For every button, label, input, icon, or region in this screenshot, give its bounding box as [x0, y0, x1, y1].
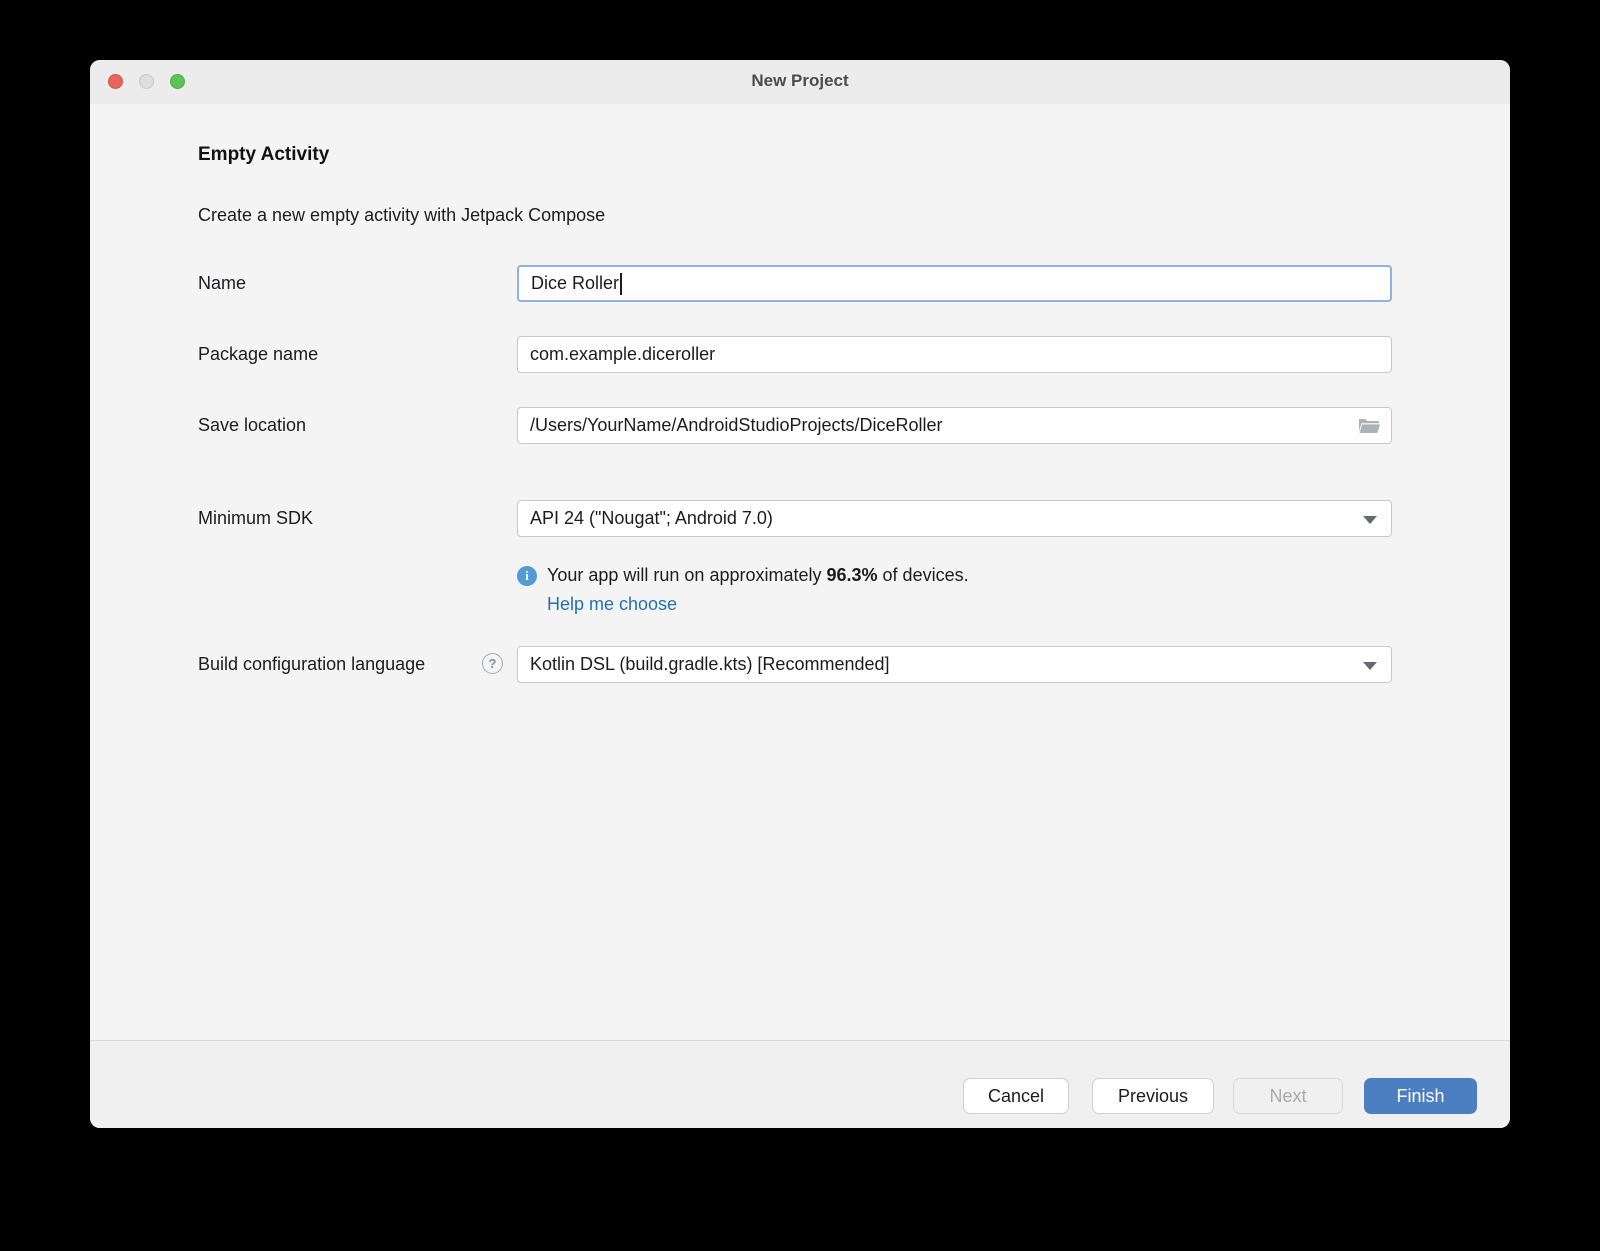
name-label: Name [198, 272, 246, 294]
next-button: Next [1233, 1078, 1343, 1114]
save-location-input[interactable]: /Users/YourName/AndroidStudioProjects/Di… [517, 407, 1392, 444]
page-subtitle: Create a new empty activity with Jetpack… [198, 205, 605, 226]
footer-bar: Cancel Previous Next Finish [90, 1041, 1510, 1128]
package-name-label: Package name [198, 343, 318, 365]
name-input[interactable]: Dice Roller [517, 265, 1392, 302]
sdk-info-text-before: Your app will run on approximately [547, 565, 827, 585]
help-me-choose-link[interactable]: Help me choose [547, 594, 677, 615]
minimum-sdk-dropdown[interactable]: API 24 ("Nougat"; Android 7.0) [517, 500, 1392, 537]
sdk-info-text-after: of devices. [878, 565, 969, 585]
folder-open-icon[interactable] [1357, 414, 1381, 438]
build-config-label: Build configuration language [198, 653, 425, 675]
minimum-sdk-value: API 24 ("Nougat"; Android 7.0) [530, 508, 773, 529]
window-title: New Project [90, 71, 1510, 91]
save-location-label: Save location [198, 414, 306, 436]
title-bar: New Project [90, 60, 1510, 104]
minimum-sdk-label: Minimum SDK [198, 507, 313, 529]
save-location-value: /Users/YourName/AndroidStudioProjects/Di… [530, 415, 943, 436]
text-caret [620, 273, 622, 295]
chevron-down-icon [1363, 662, 1377, 670]
chevron-down-icon [1363, 516, 1377, 524]
build-config-value: Kotlin DSL (build.gradle.kts) [Recommend… [530, 654, 890, 675]
help-icon[interactable]: ? [482, 653, 503, 674]
sdk-info-percentage: 96.3% [827, 565, 878, 585]
package-name-input[interactable] [517, 336, 1392, 373]
page-title: Empty Activity [198, 144, 329, 166]
new-project-dialog: New Project Empty Activity Create a new … [90, 60, 1510, 1128]
info-icon: i [517, 566, 537, 586]
cancel-button[interactable]: Cancel [963, 1078, 1069, 1114]
sdk-info-row: i Your app will run on approximately 96.… [517, 565, 969, 586]
previous-button[interactable]: Previous [1092, 1078, 1214, 1114]
name-input-value: Dice Roller [531, 273, 619, 294]
sdk-info-text: Your app will run on approximately 96.3%… [547, 565, 969, 586]
build-config-dropdown[interactable]: Kotlin DSL (build.gradle.kts) [Recommend… [517, 646, 1392, 683]
finish-button[interactable]: Finish [1364, 1078, 1477, 1114]
